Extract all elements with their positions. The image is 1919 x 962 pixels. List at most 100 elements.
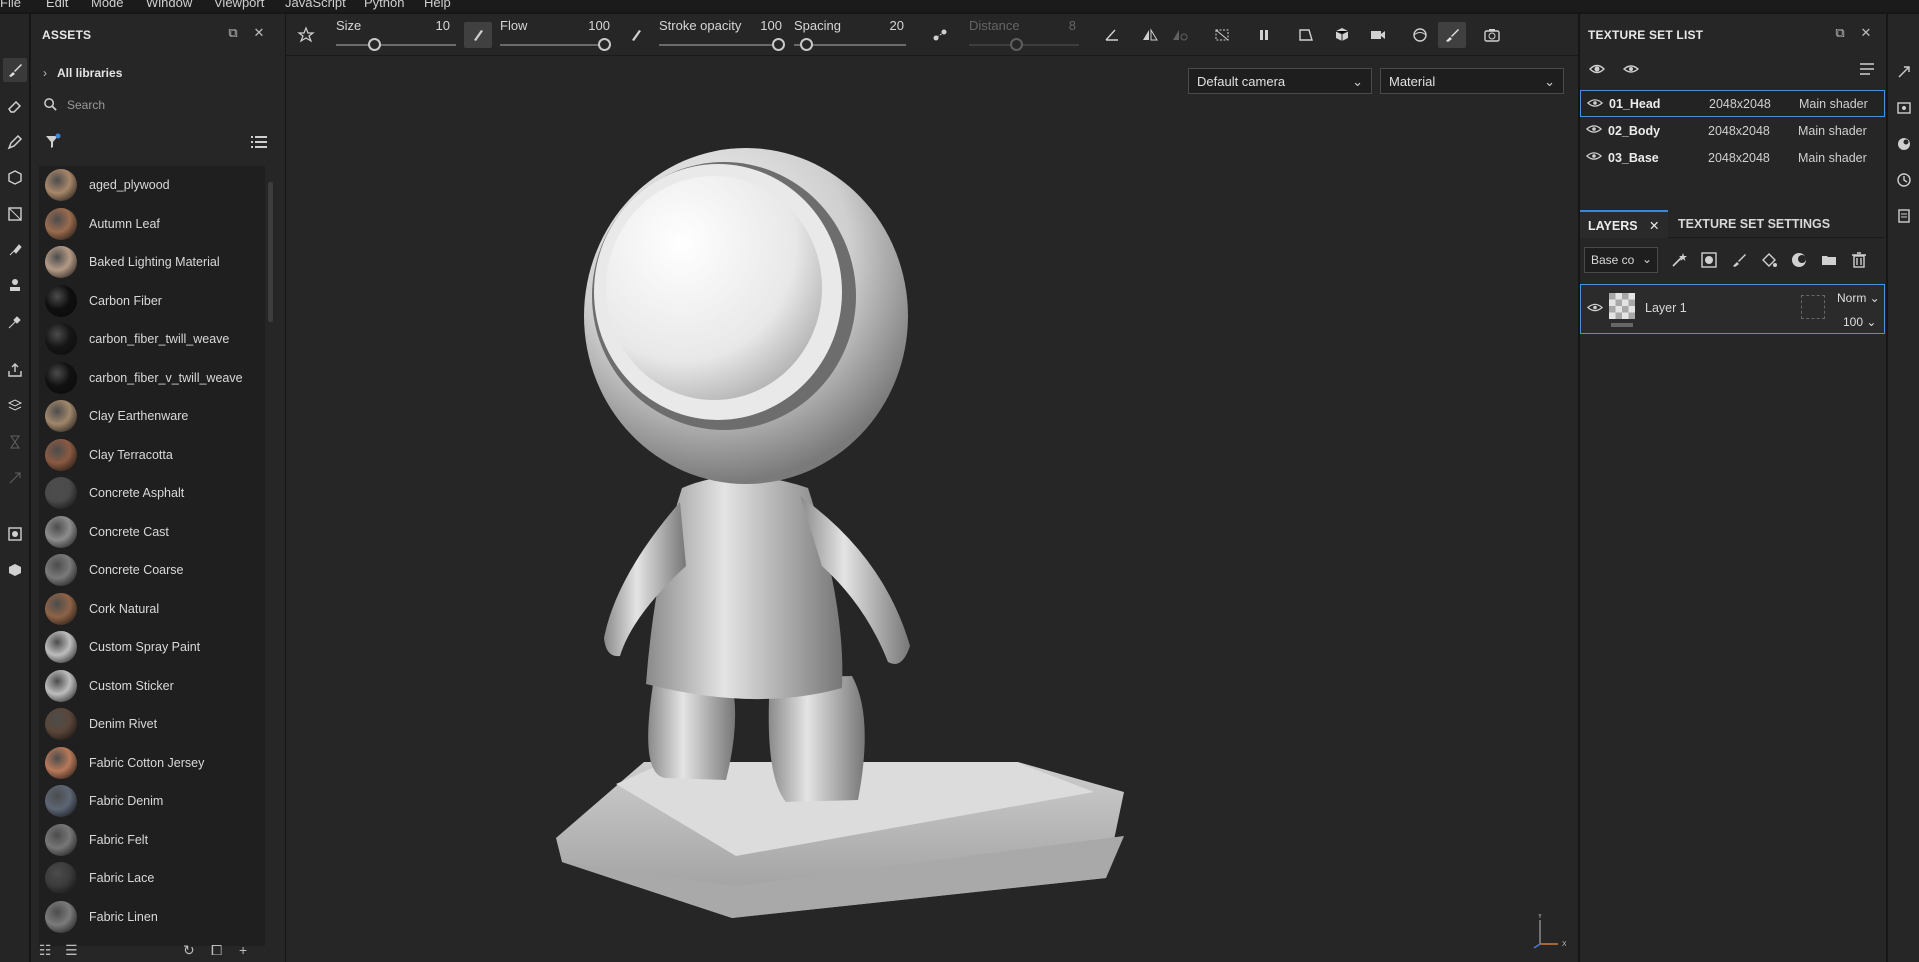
projection-tool[interactable] [3, 130, 27, 154]
eye-icon[interactable] [1586, 149, 1602, 163]
texture-set-row[interactable]: 03_Base 2048x2048 Main shader [1580, 144, 1885, 171]
size-slider[interactable] [336, 44, 456, 46]
search-input[interactable] [67, 96, 267, 114]
menu-window[interactable]: Window [146, 0, 192, 10]
close-panel-button[interactable]: ✕ [1858, 25, 1874, 41]
tab-texture-set-settings[interactable]: TEXTURE SET SETTINGS [1670, 210, 1850, 238]
polygon-fill-tool[interactable] [3, 166, 27, 190]
eye-icon[interactable] [1587, 301, 1603, 314]
import-resources-icon[interactable]: ☷ [39, 942, 52, 959]
smudge-tool[interactable] [3, 238, 27, 262]
display-settings-icon[interactable] [1896, 100, 1912, 116]
hourglass-tool[interactable] [3, 430, 27, 454]
menu-python[interactable]: Python [364, 0, 404, 10]
layer-opacity-select[interactable]: 100 ⌄ [1843, 315, 1876, 329]
all-libraries-toggle[interactable]: › All libraries [43, 66, 122, 80]
asset-list-item[interactable]: Custom Spray Paint [39, 628, 271, 667]
add-icon[interactable]: + [239, 942, 247, 958]
asset-list-item[interactable]: Fabric Lace [39, 859, 271, 898]
export-tool[interactable] [3, 358, 27, 382]
float-panel-button[interactable]: ⧉ [1832, 25, 1848, 41]
tab-layers[interactable]: LAYERS ✕ [1580, 210, 1668, 238]
log-icon[interactable] [1896, 208, 1912, 224]
distance-slider[interactable] [969, 44, 1079, 46]
texture-set-shader[interactable]: Main shader [1799, 97, 1868, 111]
menu-mode[interactable]: Mode [91, 0, 124, 10]
properties-icon[interactable] [1896, 64, 1912, 80]
add-folder-icon[interactable] [1820, 251, 1838, 269]
clone-tool[interactable] [3, 274, 27, 298]
size-value[interactable]: 10 [426, 18, 450, 33]
brush-preset-button[interactable] [292, 22, 320, 48]
texture-set-row[interactable]: 01_Head 2048x2048 Main shader [1580, 90, 1885, 117]
eye-icon[interactable] [1586, 122, 1602, 136]
symmetry-button[interactable] [1136, 22, 1164, 48]
screenshot-button[interactable] [1478, 22, 1506, 48]
symmetry-settings-button[interactable] [1166, 22, 1194, 48]
shader-settings-icon[interactable] [1896, 136, 1912, 152]
close-tab-icon[interactable]: ✕ [1649, 219, 1659, 233]
stroke-opacity-slider[interactable] [659, 44, 779, 46]
3d-view-button[interactable] [1328, 22, 1356, 48]
asset-list-item[interactable]: Baked Lighting Material [39, 243, 271, 282]
asset-list-item[interactable]: Clay Terracotta [39, 436, 271, 475]
asset-list-item[interactable]: Carbon Fiber [39, 282, 271, 321]
asset-list-item[interactable]: Cork Natural [39, 590, 271, 629]
texture-set-shader[interactable]: Main shader [1798, 124, 1867, 138]
flow-slider[interactable] [500, 44, 610, 46]
asset-list-item[interactable]: aged_plywood [39, 166, 271, 205]
layer-name[interactable]: Layer 1 [1645, 301, 1687, 315]
asset-list-item[interactable]: Clay Earthenware [39, 397, 271, 436]
add-smart-mask-icon[interactable] [1700, 251, 1718, 269]
asset-list-item[interactable]: carbon_fiber_twill_weave [39, 320, 271, 359]
geometry-mask-tool[interactable] [3, 202, 27, 226]
delete-icon[interactable] [1850, 251, 1868, 269]
asset-list-item[interactable]: Fabric Linen [39, 898, 271, 937]
size-pen-pressure-button[interactable] [464, 22, 492, 48]
asset-list-item[interactable]: Custom Sticker [39, 667, 271, 706]
new-window-icon[interactable]: ⧠ [211, 942, 222, 959]
layer-row[interactable]: Layer 1 Norm ⌄ 100 ⌄ [1580, 284, 1885, 334]
eye-icon[interactable] [1622, 60, 1640, 78]
close-panel-button[interactable]: ✕ [251, 25, 267, 41]
list-options-icon[interactable] [1858, 60, 1876, 78]
stroke-opacity-knob[interactable] [772, 38, 785, 51]
spacing-value[interactable]: 20 [882, 18, 904, 33]
menu-javascript[interactable]: JavaScript [285, 0, 346, 10]
manage-libraries-icon[interactable]: ☰ [65, 942, 78, 959]
render-tool[interactable] [3, 522, 27, 546]
bake-tool[interactable] [3, 394, 27, 418]
list-view-icon[interactable] [249, 132, 269, 152]
layer-mask-slot[interactable] [1801, 295, 1825, 319]
transform-tool[interactable] [3, 466, 27, 490]
asset-list-item[interactable]: Concrete Coarse [39, 551, 271, 590]
texture-set-row[interactable]: 02_Body 2048x2048 Main shader [1580, 117, 1885, 144]
menu-help[interactable]: Help [424, 0, 451, 10]
asset-list-item[interactable]: Fabric Denim [39, 782, 271, 821]
uv-view-button[interactable] [1292, 22, 1320, 48]
stroke-opacity-value[interactable]: 100 [752, 18, 782, 33]
size-slider-knob[interactable] [368, 38, 381, 51]
add-mask-icon[interactable] [1790, 251, 1808, 269]
texture-set-shader[interactable]: Main shader [1798, 151, 1867, 165]
channel-select[interactable]: Base co ⌄ [1584, 247, 1658, 273]
flow-pen-pressure-button[interactable] [622, 22, 650, 48]
flow-slider-knob[interactable] [598, 38, 611, 51]
add-paint-layer-icon[interactable] [1730, 251, 1748, 269]
flow-value[interactable]: 100 [580, 18, 610, 33]
lazy-mouse-button[interactable] [926, 22, 954, 48]
refresh-icon[interactable]: ↻ [183, 942, 195, 959]
asset-list-item[interactable]: Fabric Cotton Jersey [39, 744, 271, 783]
paint-mode-button[interactable] [1438, 22, 1466, 48]
spacing-slider-knob[interactable] [800, 38, 813, 51]
asset-list[interactable]: aged_plywood Autumn Leaf Baked Lighting Ma… [39, 166, 271, 946]
add-effect-icon[interactable] [1670, 251, 1688, 269]
paint-tool[interactable] [3, 58, 27, 82]
asset-list-item[interactable]: Denim Rivet [39, 705, 271, 744]
history-icon[interactable] [1896, 172, 1912, 188]
hide-mask-button[interactable] [1208, 22, 1236, 48]
environment-button[interactable] [1406, 22, 1434, 48]
camera-button[interactable] [1364, 22, 1392, 48]
filter-icon[interactable] [43, 132, 63, 152]
eye-icon[interactable] [1587, 96, 1603, 110]
